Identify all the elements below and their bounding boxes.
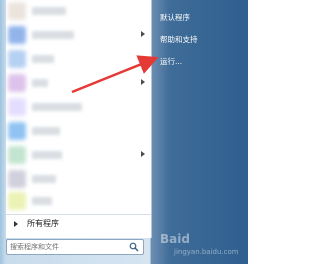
app-icon — [8, 74, 26, 92]
program-label — [32, 55, 54, 63]
start-menu: 所有程序 默认程序 帮助和支持 运行... Baid jingyan.baidu… — [0, 0, 248, 264]
program-item[interactable] — [6, 0, 151, 22]
program-item[interactable] — [6, 96, 151, 118]
run-link[interactable]: 运行... — [152, 55, 248, 69]
run-label: 运行... — [160, 57, 183, 66]
program-label — [32, 103, 82, 111]
watermark: Baid jingyan.baidu.com — [160, 228, 248, 262]
program-label — [32, 31, 74, 39]
program-item[interactable] — [6, 168, 151, 190]
program-item[interactable] — [6, 72, 151, 94]
app-icon — [8, 26, 26, 44]
app-icon — [8, 98, 26, 116]
app-icon — [8, 192, 26, 210]
watermark-text: Baid — [160, 232, 190, 246]
all-programs-button[interactable]: 所有程序 — [6, 214, 151, 235]
default-programs-label: 默认程序 — [160, 13, 190, 22]
app-icon — [8, 146, 26, 164]
program-label — [32, 79, 48, 87]
program-item[interactable] — [6, 190, 151, 212]
default-programs-link[interactable]: 默认程序 — [152, 11, 248, 25]
search-icon[interactable] — [129, 242, 139, 252]
program-item[interactable] — [6, 24, 151, 46]
submenu-arrow-icon[interactable] — [141, 79, 145, 85]
program-label — [32, 7, 66, 15]
watermark-subtext: jingyan.baidu.com — [174, 248, 239, 256]
app-icon — [8, 2, 26, 20]
system-links-panel: 默认程序 帮助和支持 运行... — [152, 0, 248, 264]
help-and-support-link[interactable]: 帮助和支持 — [152, 33, 248, 47]
all-programs-label: 所有程序 — [27, 219, 59, 228]
submenu-arrow-icon[interactable] — [141, 151, 145, 157]
submenu-arrow-icon[interactable] — [141, 31, 145, 37]
search-box[interactable] — [6, 239, 144, 255]
program-item[interactable] — [6, 120, 151, 142]
app-icon — [8, 50, 26, 68]
program-label — [32, 197, 52, 205]
program-item[interactable] — [6, 144, 151, 166]
search-input[interactable] — [10, 242, 120, 252]
program-label — [32, 175, 56, 183]
expand-arrow-icon — [14, 221, 18, 227]
program-label — [32, 151, 62, 159]
app-icon — [8, 170, 26, 188]
programs-list — [6, 0, 152, 238]
app-icon — [8, 122, 26, 140]
program-label — [32, 127, 60, 135]
program-item[interactable] — [6, 48, 151, 70]
help-and-support-label: 帮助和支持 — [160, 35, 198, 44]
